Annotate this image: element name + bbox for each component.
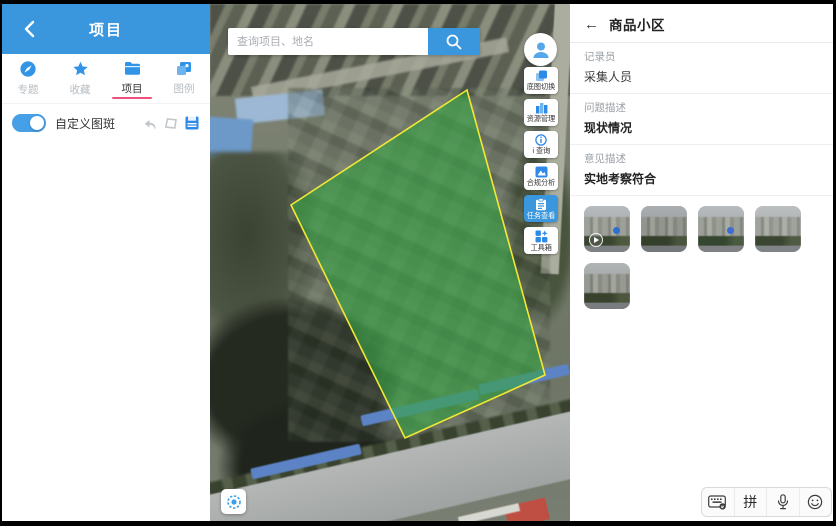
star-icon bbox=[72, 61, 89, 77]
ime-keyboard-button[interactable] bbox=[702, 488, 734, 516]
field-value: 现状情况 bbox=[584, 119, 819, 136]
shape-icon bbox=[164, 117, 178, 130]
map-searchbar bbox=[228, 28, 480, 55]
photo-grid bbox=[570, 196, 833, 319]
tool-label: 资源管理 bbox=[527, 115, 556, 123]
sidebar-header: 项目 bbox=[2, 4, 210, 54]
layers-icon bbox=[535, 70, 548, 82]
save-icon bbox=[185, 116, 199, 130]
map-canvas[interactable]: 底图切换 资源管理 i 查询 合规分析 任务查看 工具箱 bbox=[210, 4, 570, 521]
locate-me-button[interactable] bbox=[221, 489, 246, 514]
tool-task-view[interactable]: 任务查看 bbox=[524, 195, 558, 222]
photo-thumbnail[interactable] bbox=[755, 206, 801, 252]
search-button[interactable] bbox=[428, 28, 480, 55]
compass-icon bbox=[20, 61, 36, 77]
tab-label: 专题 bbox=[18, 82, 39, 97]
tool-info-query[interactable]: i 查询 bbox=[524, 131, 558, 158]
custom-patch-row: 自定义图斑 bbox=[2, 106, 210, 140]
panel-title: 商品小区 bbox=[609, 14, 665, 34]
tab-legend[interactable]: 图例 bbox=[158, 54, 210, 103]
custom-patch-toggle[interactable] bbox=[12, 114, 46, 132]
field-label: 意见描述 bbox=[584, 151, 819, 166]
save-patch-button[interactable] bbox=[184, 115, 200, 131]
custom-patch-label: 自定义图斑 bbox=[55, 115, 142, 132]
ime-pinyin-button[interactable]: 拼 bbox=[734, 488, 767, 516]
image-icon bbox=[535, 166, 548, 178]
smiley-icon bbox=[807, 494, 823, 510]
field-recorder: 记录员 采集人员 bbox=[570, 43, 833, 94]
locate-icon bbox=[226, 494, 242, 510]
patch-actions bbox=[142, 115, 200, 131]
info-icon bbox=[535, 134, 547, 146]
ime-toolbar: 拼 bbox=[701, 487, 832, 517]
toolbox-icon bbox=[535, 230, 548, 243]
person-icon bbox=[530, 39, 552, 61]
chevron-left-icon bbox=[24, 20, 35, 38]
photo-thumbnail[interactable] bbox=[698, 206, 744, 252]
tool-label: 工具箱 bbox=[530, 244, 551, 252]
keyboard-icon bbox=[708, 495, 727, 510]
photo-thumbnail[interactable] bbox=[641, 206, 687, 252]
photo-thumbnail[interactable] bbox=[584, 263, 630, 309]
tool-basemap-switch[interactable]: 底图切换 bbox=[524, 67, 558, 94]
photo-thumbnail-video[interactable] bbox=[584, 206, 630, 252]
toggle-knob bbox=[30, 116, 44, 130]
field-problem-desc: 问题描述 现状情况 bbox=[570, 94, 833, 145]
search-icon bbox=[445, 33, 463, 51]
app-root: 项目 专题 收藏 项目 图例 自定义图斑 bbox=[2, 4, 833, 521]
task-polygon-layer bbox=[210, 4, 570, 521]
search-input[interactable] bbox=[228, 28, 428, 55]
legend-icon bbox=[176, 61, 192, 76]
tab-label: 收藏 bbox=[70, 82, 91, 97]
field-value: 采集人员 bbox=[584, 68, 819, 85]
sidebar-back-button[interactable] bbox=[14, 4, 44, 54]
task-polygon[interactable] bbox=[291, 90, 545, 438]
project-sidebar: 项目 专题 收藏 项目 图例 自定义图斑 bbox=[2, 4, 210, 521]
field-value: 实地考察符合 bbox=[584, 170, 819, 187]
undo-button[interactable] bbox=[142, 115, 158, 131]
clipboard-icon bbox=[535, 198, 547, 211]
ime-emoji-button[interactable] bbox=[799, 488, 832, 516]
tool-label: i 查询 bbox=[532, 147, 550, 155]
field-label: 记录员 bbox=[584, 49, 819, 64]
tool-toolbox[interactable]: 工具箱 bbox=[524, 227, 558, 254]
sidebar-title: 项目 bbox=[89, 19, 123, 40]
microphone-icon bbox=[777, 494, 789, 510]
tool-label: 底图切换 bbox=[527, 83, 556, 91]
folder-icon bbox=[124, 61, 141, 76]
ime-pinyin-label: 拼 bbox=[743, 492, 757, 512]
tab-topics[interactable]: 专题 bbox=[2, 54, 54, 103]
field-label: 问题描述 bbox=[584, 100, 819, 115]
panel-header: ← 商品小区 bbox=[570, 4, 833, 43]
tab-favorites[interactable]: 收藏 bbox=[54, 54, 106, 103]
draw-shape-button[interactable] bbox=[163, 115, 179, 131]
play-icon bbox=[589, 233, 603, 247]
field-opinion-desc: 意见描述 实地考察符合 bbox=[570, 145, 833, 196]
tab-label: 图例 bbox=[174, 81, 195, 96]
tab-label: 项目 bbox=[122, 81, 143, 96]
tool-label: 合规分析 bbox=[527, 179, 556, 187]
sidebar-tabs: 专题 收藏 项目 图例 bbox=[2, 54, 210, 104]
undo-icon bbox=[143, 117, 157, 130]
buildings-icon bbox=[535, 102, 548, 114]
tool-compliance-analysis[interactable]: 合规分析 bbox=[524, 163, 558, 190]
detail-panel: ← 商品小区 记录员 采集人员 问题描述 现状情况 意见描述 实地考察符合 bbox=[570, 4, 833, 521]
tool-resource-manage[interactable]: 资源管理 bbox=[524, 99, 558, 126]
tab-projects[interactable]: 项目 bbox=[106, 54, 158, 103]
tool-label: 任务查看 bbox=[527, 212, 556, 220]
panel-back-button[interactable]: ← bbox=[584, 17, 599, 32]
user-avatar[interactable] bbox=[524, 33, 557, 66]
ime-voice-button[interactable] bbox=[766, 488, 799, 516]
